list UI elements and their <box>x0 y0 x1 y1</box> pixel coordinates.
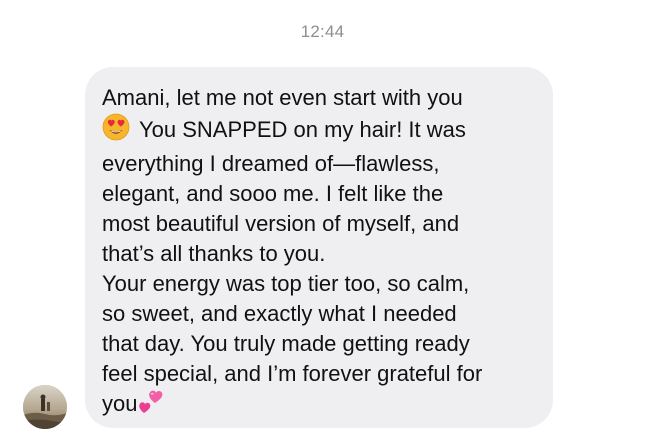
message-row: Amani, let me not even start with you Yo… <box>0 0 645 443</box>
message-paragraph-2: Your energy was top tier too, so calm, s… <box>102 269 535 425</box>
message-line: elegant, and sooo me. I felt like the <box>102 181 444 206</box>
message-line: everything I dreamed of—flawless, <box>102 151 440 176</box>
two-hearts-emoji-icon <box>138 389 168 425</box>
message-line: most beautiful version of myself, and <box>102 211 460 236</box>
profile-photo-icon <box>23 385 67 429</box>
message-line: Your energy was top tier too, so calm, <box>102 271 470 296</box>
message-paragraph-1: Amani, let me not even start with you Yo… <box>102 83 535 269</box>
message-line-with-emoji: You SNAPPED on my hair! It was <box>102 113 535 149</box>
message-line: feel special, and I’m forever grateful f… <box>102 361 483 386</box>
message-line: so sweet, and exactly what I needed <box>102 301 457 326</box>
message-line: You SNAPPED on my hair! It was <box>139 117 466 142</box>
sender-avatar[interactable] <box>23 385 67 429</box>
message-line: that day. You truly made getting ready <box>102 331 470 356</box>
message-bubble[interactable]: Amani, let me not even start with you Yo… <box>85 67 553 428</box>
message-line: you <box>102 391 138 416</box>
message-line-with-emoji: you <box>102 389 535 425</box>
message-line: that’s all thanks to you. <box>102 241 326 266</box>
message-line: Amani, let me not even start with you <box>102 85 463 110</box>
heart-eyes-emoji-icon <box>102 113 130 149</box>
